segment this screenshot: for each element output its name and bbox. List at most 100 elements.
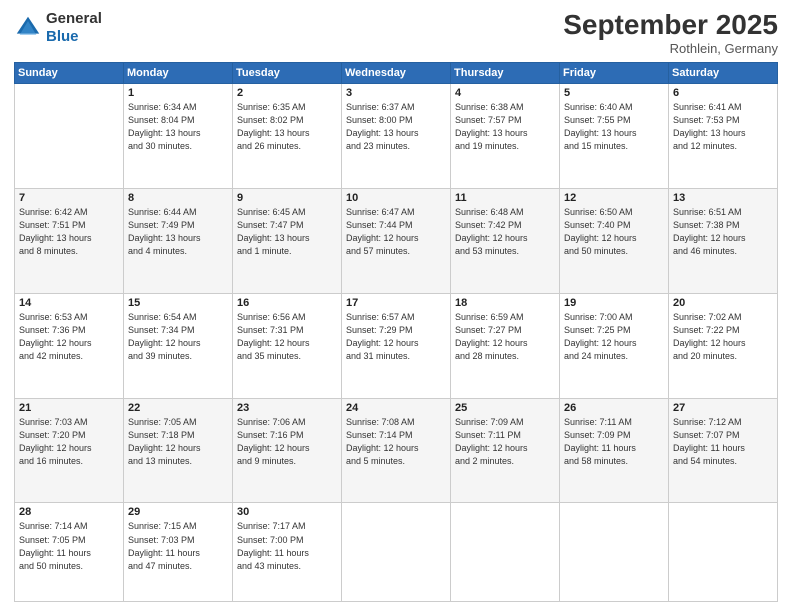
- calendar-week-row: 28 Sunrise: 7:14 AM Sunset: 7:05 PM Dayli…: [15, 503, 778, 602]
- day-number: 30: [237, 506, 337, 518]
- calendar-cell: 24 Sunrise: 7:08 AM Sunset: 7:14 PM Dayli…: [342, 398, 451, 503]
- month-title: September 2025: [563, 10, 778, 41]
- day-info: Sunrise: 7:15 AM Sunset: 7:03 PM Dayligh…: [128, 520, 228, 572]
- day-info: Sunrise: 6:38 AM Sunset: 7:57 PM Dayligh…: [455, 101, 555, 153]
- day-number: 14: [19, 297, 119, 309]
- weekday-header: Monday: [124, 62, 233, 83]
- calendar-cell: 12 Sunrise: 6:50 AM Sunset: 7:40 PM Dayli…: [560, 188, 669, 293]
- day-number: 1: [128, 87, 228, 99]
- day-info: Sunrise: 7:17 AM Sunset: 7:00 PM Dayligh…: [237, 520, 337, 572]
- header: General Blue September 2025 Rothlein, Ge…: [14, 10, 778, 56]
- calendar-week-row: 21Sunrise: 7:03 AM Sunset: 7:20 PM Dayli…: [15, 398, 778, 503]
- weekday-header: Friday: [560, 62, 669, 83]
- day-number: 24: [346, 402, 446, 414]
- day-number: 19: [564, 297, 664, 309]
- calendar-cell: 6Sunrise: 6:41 AM Sunset: 7:53 PM Daylig…: [669, 83, 778, 188]
- calendar-cell: 21Sunrise: 7:03 AM Sunset: 7:20 PM Dayli…: [15, 398, 124, 503]
- calendar-week-row: 14 Sunrise: 6:53 AM Sunset: 7:36 PM Dayli…: [15, 293, 778, 398]
- calendar-cell: 26 Sunrise: 7:11 AM Sunset: 7:09 PM Dayli…: [560, 398, 669, 503]
- day-number: 8: [128, 192, 228, 204]
- weekday-header: Thursday: [451, 62, 560, 83]
- calendar-cell: 4 Sunrise: 6:38 AM Sunset: 7:57 PM Daylig…: [451, 83, 560, 188]
- calendar-cell: 1 Sunrise: 6:34 AM Sunset: 8:04 PM Daylig…: [124, 83, 233, 188]
- day-info: Sunrise: 7:12 AM Sunset: 7:07 PM Dayligh…: [673, 416, 773, 468]
- calendar-cell: 19Sunrise: 7:00 AM Sunset: 7:25 PM Dayli…: [560, 293, 669, 398]
- weekday-header: Tuesday: [233, 62, 342, 83]
- weekday-header: Sunday: [15, 62, 124, 83]
- day-number: 18: [455, 297, 555, 309]
- day-number: 25: [455, 402, 555, 414]
- day-number: 16: [237, 297, 337, 309]
- day-info: Sunrise: 6:35 AM Sunset: 8:02 PM Dayligh…: [237, 101, 337, 153]
- day-info: Sunrise: 6:47 AM Sunset: 7:44 PM Dayligh…: [346, 206, 446, 258]
- weekday-header: Wednesday: [342, 62, 451, 83]
- day-info: Sunrise: 7:06 AM Sunset: 7:16 PM Dayligh…: [237, 416, 337, 468]
- page: General Blue September 2025 Rothlein, Ge…: [0, 0, 792, 612]
- day-info: Sunrise: 6:48 AM Sunset: 7:42 PM Dayligh…: [455, 206, 555, 258]
- day-info: Sunrise: 6:53 AM Sunset: 7:36 PM Dayligh…: [19, 311, 119, 363]
- calendar-cell: [560, 503, 669, 602]
- calendar-cell: 17Sunrise: 6:57 AM Sunset: 7:29 PM Dayli…: [342, 293, 451, 398]
- calendar-cell: [342, 503, 451, 602]
- day-info: Sunrise: 7:11 AM Sunset: 7:09 PM Dayligh…: [564, 416, 664, 468]
- logo-icon: [14, 14, 42, 42]
- calendar-cell: 18Sunrise: 6:59 AM Sunset: 7:27 PM Dayli…: [451, 293, 560, 398]
- location-subtitle: Rothlein, Germany: [563, 41, 778, 56]
- calendar-cell: 25 Sunrise: 7:09 AM Sunset: 7:11 PM Dayli…: [451, 398, 560, 503]
- day-number: 13: [673, 192, 773, 204]
- day-info: Sunrise: 6:42 AM Sunset: 7:51 PM Dayligh…: [19, 206, 119, 258]
- day-info: Sunrise: 7:09 AM Sunset: 7:11 PM Dayligh…: [455, 416, 555, 468]
- day-number: 27: [673, 402, 773, 414]
- calendar-cell: 29Sunrise: 7:15 AM Sunset: 7:03 PM Dayli…: [124, 503, 233, 602]
- calendar-cell: 30 Sunrise: 7:17 AM Sunset: 7:00 PM Dayli…: [233, 503, 342, 602]
- day-info: Sunrise: 6:37 AM Sunset: 8:00 PM Dayligh…: [346, 101, 446, 153]
- day-number: 23: [237, 402, 337, 414]
- calendar-cell: 14 Sunrise: 6:53 AM Sunset: 7:36 PM Dayli…: [15, 293, 124, 398]
- day-info: Sunrise: 6:34 AM Sunset: 8:04 PM Dayligh…: [128, 101, 228, 153]
- calendar-cell: 28 Sunrise: 7:14 AM Sunset: 7:05 PM Dayli…: [15, 503, 124, 602]
- calendar-cell: 3Sunrise: 6:37 AM Sunset: 8:00 PM Daylig…: [342, 83, 451, 188]
- day-info: Sunrise: 7:05 AM Sunset: 7:18 PM Dayligh…: [128, 416, 228, 468]
- day-info: Sunrise: 6:40 AM Sunset: 7:55 PM Dayligh…: [564, 101, 664, 153]
- calendar-table: SundayMondayTuesdayWednesdayThursdayFrid…: [14, 62, 778, 602]
- day-number: 26: [564, 402, 664, 414]
- day-number: 11: [455, 192, 555, 204]
- calendar-cell: [669, 503, 778, 602]
- calendar-cell: 2 Sunrise: 6:35 AM Sunset: 8:02 PM Daylig…: [233, 83, 342, 188]
- calendar-cell: 20 Sunrise: 7:02 AM Sunset: 7:22 PM Dayli…: [669, 293, 778, 398]
- day-info: Sunrise: 7:14 AM Sunset: 7:05 PM Dayligh…: [19, 520, 119, 572]
- day-info: Sunrise: 6:44 AM Sunset: 7:49 PM Dayligh…: [128, 206, 228, 258]
- day-info: Sunrise: 6:56 AM Sunset: 7:31 PM Dayligh…: [237, 311, 337, 363]
- day-number: 9: [237, 192, 337, 204]
- day-info: Sunrise: 7:08 AM Sunset: 7:14 PM Dayligh…: [346, 416, 446, 468]
- day-number: 7: [19, 192, 119, 204]
- day-number: 6: [673, 87, 773, 99]
- calendar-cell: 22Sunrise: 7:05 AM Sunset: 7:18 PM Dayli…: [124, 398, 233, 503]
- day-number: 2: [237, 87, 337, 99]
- day-number: 12: [564, 192, 664, 204]
- day-number: 10: [346, 192, 446, 204]
- calendar-week-row: 1 Sunrise: 6:34 AM Sunset: 8:04 PM Daylig…: [15, 83, 778, 188]
- calendar-cell: 11 Sunrise: 6:48 AM Sunset: 7:42 PM Dayli…: [451, 188, 560, 293]
- calendar-cell: [451, 503, 560, 602]
- calendar-cell: 8 Sunrise: 6:44 AM Sunset: 7:49 PM Daylig…: [124, 188, 233, 293]
- day-info: Sunrise: 7:02 AM Sunset: 7:22 PM Dayligh…: [673, 311, 773, 363]
- day-info: Sunrise: 6:50 AM Sunset: 7:40 PM Dayligh…: [564, 206, 664, 258]
- day-info: Sunrise: 6:57 AM Sunset: 7:29 PM Dayligh…: [346, 311, 446, 363]
- day-info: Sunrise: 6:45 AM Sunset: 7:47 PM Dayligh…: [237, 206, 337, 258]
- day-number: 4: [455, 87, 555, 99]
- calendar-cell: 5 Sunrise: 6:40 AM Sunset: 7:55 PM Daylig…: [560, 83, 669, 188]
- day-number: 20: [673, 297, 773, 309]
- calendar-cell: 27 Sunrise: 7:12 AM Sunset: 7:07 PM Dayli…: [669, 398, 778, 503]
- calendar-cell: 7 Sunrise: 6:42 AM Sunset: 7:51 PM Daylig…: [15, 188, 124, 293]
- logo-text: General Blue: [46, 10, 102, 46]
- calendar-header-row: SundayMondayTuesdayWednesdayThursdayFrid…: [15, 62, 778, 83]
- logo: General Blue: [14, 10, 102, 46]
- calendar-cell: 13Sunrise: 6:51 AM Sunset: 7:38 PM Dayli…: [669, 188, 778, 293]
- calendar-week-row: 7 Sunrise: 6:42 AM Sunset: 7:51 PM Daylig…: [15, 188, 778, 293]
- day-number: 28: [19, 506, 119, 518]
- title-block: September 2025 Rothlein, Germany: [563, 10, 778, 56]
- day-number: 5: [564, 87, 664, 99]
- weekday-header: Saturday: [669, 62, 778, 83]
- day-number: 21: [19, 402, 119, 414]
